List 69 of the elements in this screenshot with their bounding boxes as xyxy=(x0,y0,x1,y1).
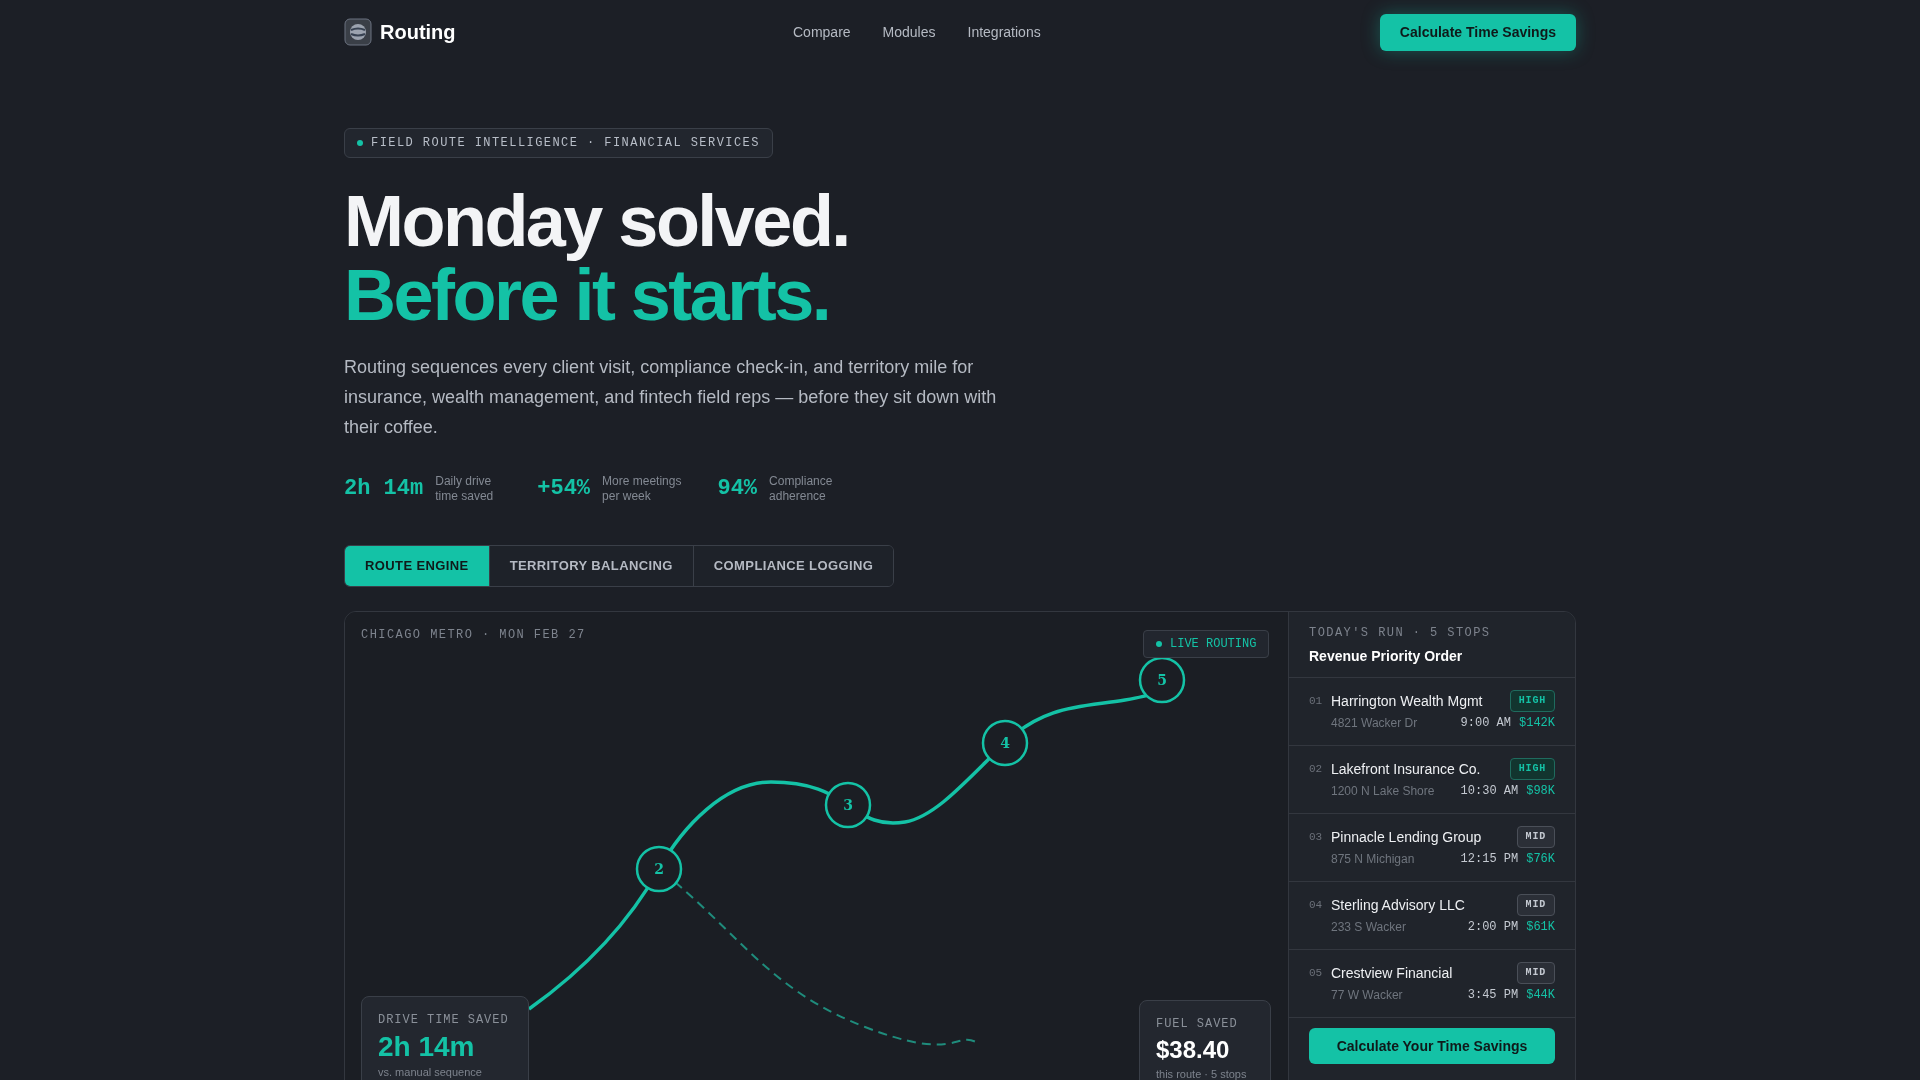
client-name: Pinnacle Lending Group xyxy=(1331,827,1483,847)
stop-number: 01 xyxy=(1309,693,1324,709)
stat-label: time saved xyxy=(435,488,494,504)
eyebrow-text: FIELD ROUTE INTELLIGENCE · FINANCIAL SERVICES xyxy=(371,135,760,152)
deal-value: $61K xyxy=(1526,919,1555,936)
stop-row[interactable]: 05 Crestview Financial MID 77 W Wacker 3:45 PM $44K xyxy=(1289,950,1575,1018)
card-note: vs. manual sequence xyxy=(378,1065,483,1079)
deal-value: $142K xyxy=(1519,715,1555,732)
stop-marker[interactable]: 2 xyxy=(635,845,683,893)
client-name: Sterling Advisory LLC xyxy=(1331,895,1466,915)
stop-time: 9:00 AM xyxy=(1460,715,1511,732)
run-title: Revenue Priority Order xyxy=(1309,647,1464,666)
map-caption: CHICAGO METRO · MON FEB 27 xyxy=(361,627,586,644)
nav-link[interactable]: Integrations xyxy=(967,21,1041,43)
stop-marker[interactable]: 5 xyxy=(1138,656,1186,704)
stop-address: 875 N Michigan xyxy=(1331,851,1416,868)
drive-time-value: 2h 14m xyxy=(378,1030,476,1064)
live-routing-label: LIVE ROUTING xyxy=(1170,636,1257,653)
card-label: FUEL SAVED xyxy=(1156,1016,1239,1033)
intro-paragraph: Routing sequences every client visit, compliance check-in, and territory mile for insurance, wealth management, and fintech field reps — before they sit down with their coffee. xyxy=(344,356,998,439)
stop-address: 233 S Wacker xyxy=(1331,919,1407,936)
client-name: Lakefront Insurance Co. xyxy=(1331,759,1482,779)
stop-time: 2:00 PM xyxy=(1467,919,1519,936)
priority-badge: MID xyxy=(1516,962,1555,984)
stat-label: Compliance xyxy=(769,473,833,489)
stop-number: 02 xyxy=(1309,761,1324,777)
stop-row[interactable]: 02 Lakefront Insurance Co. HIGH 1200 N Lake Shore 10:30 AM $98K xyxy=(1289,746,1575,814)
priority-badge: MID xyxy=(1516,894,1555,916)
card-label: DRIVE TIME SAVED xyxy=(378,1012,510,1029)
run-eyebrow: TODAY'S RUN · 5 STOPS xyxy=(1309,625,1492,642)
stop-time: 3:45 PM xyxy=(1467,987,1519,1004)
stop-number: 03 xyxy=(1309,829,1324,845)
tab[interactable]: ROUTE ENGINE xyxy=(345,546,489,586)
client-name: Harrington Wealth Mgmt xyxy=(1331,691,1484,711)
stop-row[interactable]: 04 Sterling Advisory LLC MID 233 S Wacker 2:00 PM $61K xyxy=(1289,882,1575,950)
stop-marker[interactable]: 3 xyxy=(824,781,872,829)
stat-value: +54% xyxy=(537,475,591,503)
priority-badge: HIGH xyxy=(1509,758,1555,780)
stop-row[interactable]: 03 Pinnacle Lending Group MID 875 N Michigan 12:15 PM $76K xyxy=(1289,814,1575,882)
stop-row[interactable]: 01 Harrington Wealth Mgmt HIGH 4821 Wacker Dr 9:00 AM $142K xyxy=(1289,678,1575,746)
stop-time: 10:30 AM xyxy=(1460,783,1519,800)
stop-marker[interactable]: 4 xyxy=(981,719,1029,767)
priority-badge: HIGH xyxy=(1509,690,1555,712)
nav-link[interactable]: Modules xyxy=(882,21,936,43)
client-name: Crestview Financial xyxy=(1331,963,1454,983)
tab[interactable]: COMPLIANCE LOGGING xyxy=(692,546,894,586)
deal-value: $44K xyxy=(1526,987,1555,1004)
stop-address: 77 W Wacker xyxy=(1331,987,1404,1004)
calculate-time-savings-button[interactable]: Calculate Time Savings xyxy=(1379,13,1576,51)
stat-value: 94% xyxy=(717,475,758,503)
stat-label: Daily drive xyxy=(435,473,493,489)
stop-number: 05 xyxy=(1309,965,1324,981)
logo-icon xyxy=(344,18,372,46)
nav-link[interactable]: Compare xyxy=(793,21,851,43)
stat-label: per week xyxy=(602,488,652,504)
stat-label: More meetings xyxy=(602,473,682,489)
stop-number: 04 xyxy=(1309,897,1324,913)
deal-value: $76K xyxy=(1526,851,1555,868)
fuel-saved-value: $38.40 xyxy=(1156,1035,1231,1065)
stop-address: 1200 N Lake Shore xyxy=(1331,783,1436,800)
stop-time: 12:15 PM xyxy=(1460,851,1519,868)
stat-label: adherence xyxy=(769,488,827,504)
stat-value: 2h 14m xyxy=(344,475,424,503)
stop-address: 4821 Wacker Dr xyxy=(1331,715,1419,732)
priority-badge: MID xyxy=(1516,826,1555,848)
card-note: this route · 5 stops xyxy=(1156,1067,1248,1080)
brand-name: Routing xyxy=(380,20,456,45)
deal-value: $98K xyxy=(1526,783,1555,800)
calculate-savings-button[interactable]: Calculate Your Time Savings xyxy=(1309,1028,1555,1064)
